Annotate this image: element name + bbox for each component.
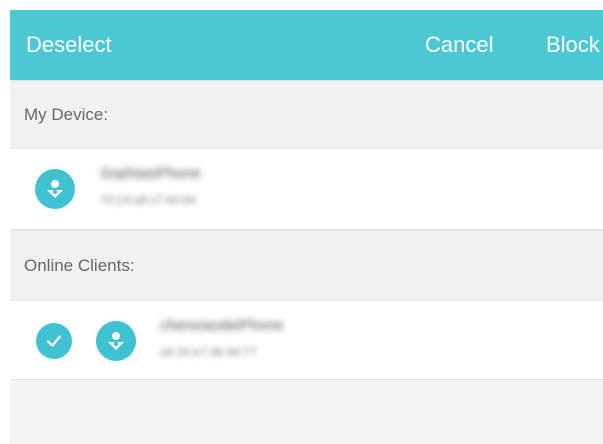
my-device-row[interactable]: SophiasiPhone 70:14:a6:c7:40:84 [10, 148, 603, 230]
window-left-border [0, 0, 10, 444]
device-name: SophiasiPhone [100, 165, 201, 182]
deselect-button[interactable]: Deselect [26, 32, 112, 58]
window-top-border [0, 0, 603, 10]
cancel-button[interactable]: Cancel [425, 32, 493, 58]
checkmark-icon[interactable] [36, 323, 72, 359]
device-avatar-icon [35, 169, 75, 209]
section-title: My Device: [24, 104, 109, 124]
section-title: Online Clients: [24, 255, 135, 275]
block-button[interactable]: Block [546, 32, 600, 58]
client-mac: a4:20:e7:db:84:77 [160, 345, 257, 359]
person-download-icon [108, 332, 124, 350]
empty-area [10, 380, 603, 444]
person-download-icon [47, 180, 63, 198]
section-header-my-device: My Device: [10, 80, 603, 148]
check-icon [46, 335, 62, 347]
client-name: chenxiaodeiPhone [160, 317, 284, 334]
section-header-online-clients: Online Clients: [10, 230, 603, 300]
device-mac: 70:14:a6:c7:40:84 [100, 193, 197, 207]
action-bar: Deselect Cancel Block [10, 10, 603, 80]
client-row[interactable]: chenxiaodeiPhone a4:20:e7:db:84:77 [10, 300, 603, 380]
client-avatar-icon [96, 321, 136, 361]
